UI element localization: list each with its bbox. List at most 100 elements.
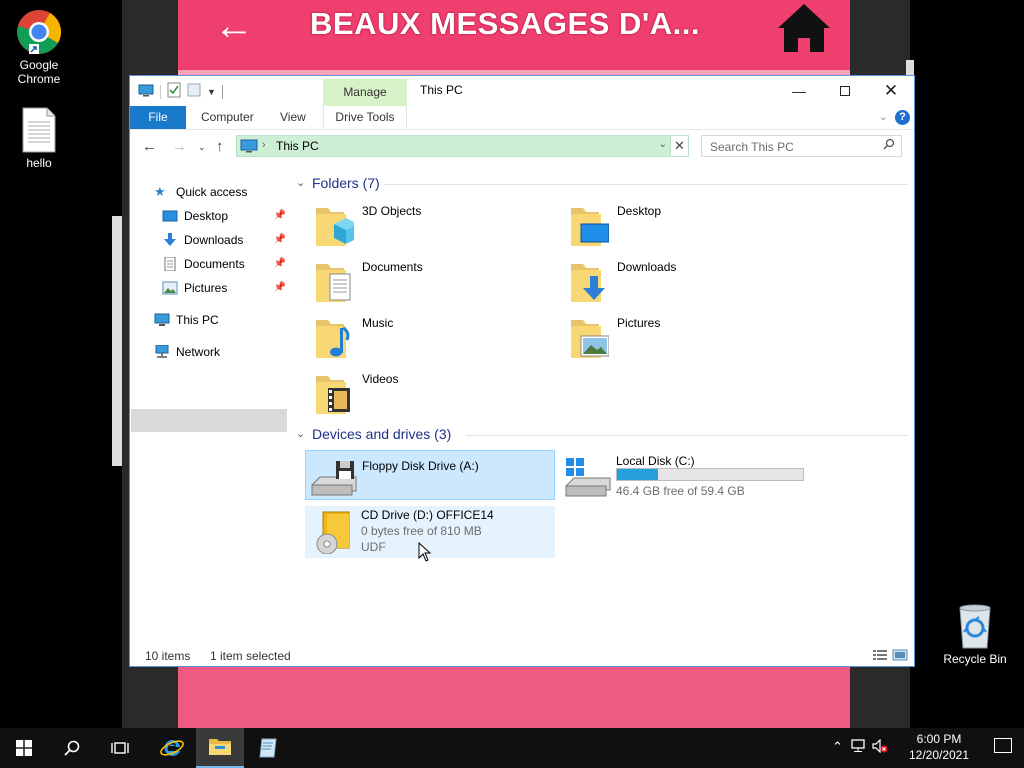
- tab-view[interactable]: View: [280, 106, 306, 129]
- network-status-icon[interactable]: [850, 739, 866, 756]
- quick-access-toolbar: ▼: [138, 82, 223, 101]
- start-button[interactable]: [0, 728, 48, 768]
- internet-explorer-icon: [160, 739, 184, 756]
- folder-name: 3D Objects: [362, 204, 422, 218]
- this-pc-icon: [240, 139, 258, 156]
- section-header-folders[interactable]: ⌄ Folders (7): [296, 175, 396, 193]
- videos-folder-icon: [316, 376, 350, 414]
- sidebar-item-network[interactable]: Network: [154, 341, 284, 363]
- title-bar: ▼ Manage This PC — ✕: [130, 76, 914, 106]
- drive-free-space: 46.4 GB free of 59.4 GB: [616, 484, 745, 498]
- this-pc-icon: [154, 313, 170, 326]
- folder-desktop[interactable]: Desktop: [561, 202, 811, 252]
- selection-highlight: [131, 409, 287, 432]
- folder-downloads[interactable]: Downloads: [561, 258, 811, 308]
- sidebar-item-quick-access[interactable]: ★ Quick access: [154, 181, 284, 203]
- address-dropdown-icon[interactable]: ⌄: [659, 139, 667, 150]
- search-icon: [883, 138, 895, 153]
- task-view-button[interactable]: [96, 728, 144, 768]
- sidebar-item-downloads[interactable]: Downloads 📌: [162, 229, 286, 251]
- music-folder-icon: [316, 320, 350, 358]
- close-icon: ✕: [883, 80, 899, 100]
- address-bar[interactable]: › This PC ⌄ ✕: [236, 135, 689, 157]
- pin-icon[interactable]: 📌: [274, 229, 286, 251]
- pin-icon[interactable]: 📌: [274, 277, 286, 299]
- folder-3d-objects[interactable]: 3D Objects: [306, 202, 556, 252]
- separator: [160, 84, 161, 99]
- new-folder-icon[interactable]: [187, 83, 201, 100]
- taskbar-internet-explorer[interactable]: [148, 728, 196, 768]
- taskbar-file-explorer[interactable]: [196, 728, 244, 768]
- clock[interactable]: 6:00 PM 12/20/2021: [908, 731, 970, 763]
- separator: [221, 84, 223, 99]
- section-header-devices[interactable]: ⌄ Devices and drives (3): [296, 426, 466, 444]
- back-arrow-icon[interactable]: ←: [142, 138, 157, 155]
- file-explorer-icon: [209, 739, 231, 755]
- breadcrumb-this-pc[interactable]: This PC: [276, 139, 319, 153]
- folder-music[interactable]: Music: [306, 314, 556, 364]
- help-icon[interactable]: ?: [895, 110, 910, 125]
- home-icon: [778, 4, 830, 52]
- tab-computer[interactable]: Computer: [201, 106, 254, 129]
- drive-name: CD Drive (D:) OFFICE14: [361, 508, 494, 522]
- selection-count: 1 item selected: [210, 649, 291, 663]
- sidebar-item-label: Network: [176, 345, 221, 359]
- breadcrumb-separator-icon[interactable]: ›: [262, 139, 266, 151]
- large-icons-view-icon[interactable]: [892, 649, 908, 664]
- notifications-icon[interactable]: [994, 738, 1012, 753]
- properties-icon[interactable]: [167, 82, 181, 101]
- desktop-icon-label: Recycle Bin: [943, 652, 1007, 666]
- close-button[interactable]: ✕: [868, 76, 914, 105]
- system-tray: ⌃ 6:00 PM 12/20/2021: [824, 728, 1024, 768]
- desktop-icon-chrome[interactable]: Google Chrome: [1, 8, 77, 86]
- folder-videos[interactable]: Videos: [306, 370, 556, 420]
- file-explorer-window: ▼ Manage This PC — ✕ File Computer View …: [129, 75, 915, 667]
- sidebar-item-this-pc[interactable]: This PC: [154, 309, 284, 331]
- folder-documents[interactable]: Documents: [306, 258, 556, 308]
- sidebar-item-documents[interactable]: Documents 📌: [162, 253, 286, 275]
- taskbar-app[interactable]: [244, 728, 292, 768]
- close-icon[interactable]: ✕: [670, 136, 688, 156]
- pin-icon[interactable]: 📌: [274, 205, 286, 227]
- wallpaper-title: BEAUX MESSAGES D'A...: [310, 6, 700, 41]
- details-view-icon[interactable]: [872, 649, 888, 664]
- section-title: Folders (7): [312, 175, 380, 191]
- search-button[interactable]: [48, 728, 96, 768]
- recent-locations-icon[interactable]: ⌄: [198, 142, 206, 153]
- minimize-button[interactable]: —: [776, 76, 822, 105]
- folder-pictures[interactable]: Pictures: [561, 314, 811, 364]
- desktop-icon-hello[interactable]: hello: [1, 106, 77, 170]
- folder-name: Music: [362, 316, 394, 330]
- ribbon-tabs: File Computer View Drive Tools ⌄ ?: [130, 106, 914, 130]
- tab-drive-tools[interactable]: Drive Tools: [323, 106, 407, 129]
- tab-manage[interactable]: Manage: [323, 79, 407, 106]
- tab-file[interactable]: File: [130, 106, 186, 129]
- folder-name: Desktop: [617, 204, 662, 218]
- minimize-icon: —: [792, 82, 806, 99]
- text-file-icon: [15, 106, 63, 154]
- floppy-drive-icon: [311, 461, 357, 496]
- search-placeholder: Search This PC: [710, 140, 794, 154]
- expand-ribbon-icon[interactable]: ⌄: [879, 110, 888, 123]
- drive-file-system: UDF: [361, 540, 386, 554]
- drive-floppy-a[interactable]: Floppy Disk Drive (A:): [305, 450, 555, 500]
- folder-name: Videos: [362, 372, 399, 386]
- maximize-button[interactable]: [822, 76, 868, 105]
- local-disk-icon: [565, 458, 611, 497]
- search-input[interactable]: Search This PC: [701, 135, 902, 157]
- clock-date: 12/20/2021: [908, 748, 970, 762]
- pin-icon[interactable]: 📌: [274, 253, 286, 275]
- wallpaper-app-header: ← BEAUX MESSAGES D'A...: [178, 0, 850, 70]
- show-hidden-icons-icon[interactable]: ⌃: [832, 739, 843, 755]
- network-icon: [155, 345, 169, 358]
- volume-muted-icon[interactable]: [872, 738, 888, 756]
- sidebar-item-pictures[interactable]: Pictures 📌: [162, 277, 286, 299]
- section-title: Devices and drives (3): [312, 426, 452, 442]
- star-icon: ★: [154, 184, 166, 199]
- customize-toolbar-icon[interactable]: ▼: [207, 87, 216, 97]
- sidebar-item-desktop[interactable]: Desktop 📌: [162, 205, 286, 227]
- up-arrow-icon[interactable]: ↑: [216, 138, 224, 155]
- desktop-icon-recycle-bin[interactable]: Recycle Bin: [937, 602, 1013, 666]
- forward-arrow-icon[interactable]: →: [172, 138, 187, 155]
- drive-local-c[interactable]: Local Disk (C:) 46.4 GB free of 59.4 GB: [560, 450, 814, 500]
